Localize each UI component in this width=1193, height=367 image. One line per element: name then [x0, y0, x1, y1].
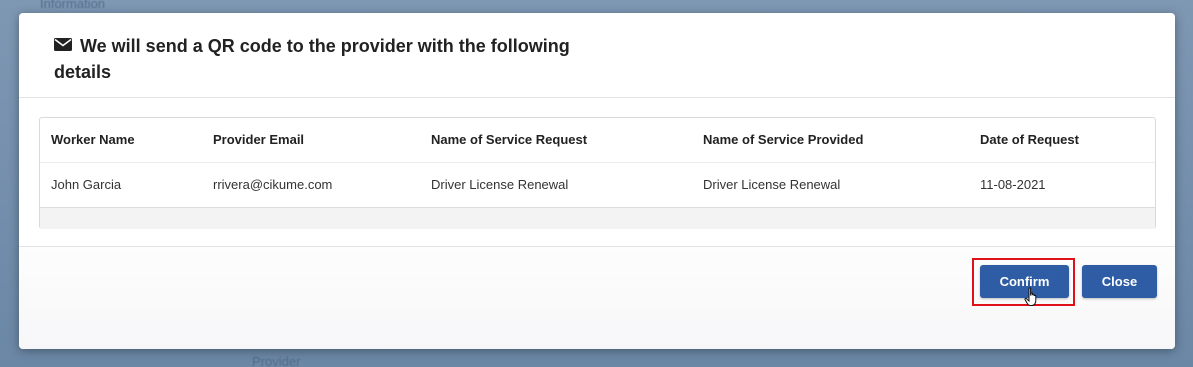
table-header-row: Worker Name Provider Email Name of Servi…: [40, 118, 1155, 162]
cell-worker-name: John Garcia: [51, 177, 122, 192]
table-footer: [40, 207, 1155, 229]
details-table: Worker Name Provider Email Name of Servi…: [39, 117, 1156, 229]
cell-service-provided: Driver License Renewal: [703, 177, 841, 192]
column-header-worker-name: Worker Name: [51, 132, 135, 147]
column-header-date-of-request: Date of Request: [980, 132, 1079, 147]
cell-date-of-request: 11-08-2021: [980, 177, 1046, 192]
background-field-label: Provider: [252, 354, 301, 367]
modal-body: Worker Name Provider Email Name of Servi…: [19, 98, 1175, 246]
cell-service-request: Driver License Renewal: [431, 177, 569, 192]
qr-confirmation-modal: We will send a QR code to the provider w…: [19, 13, 1175, 349]
table-row: John Garcia rrivera@cikume.com Driver Li…: [40, 162, 1155, 207]
modal-footer: Confirm Close: [19, 246, 1175, 349]
envelope-icon: [54, 38, 72, 51]
column-header-provider-email: Provider Email: [213, 132, 305, 147]
modal-header: We will send a QR code to the provider w…: [19, 13, 1175, 98]
column-header-service-provided: Name of Service Provided: [703, 132, 864, 147]
confirm-button[interactable]: Confirm: [980, 265, 1069, 298]
close-button[interactable]: Close: [1082, 265, 1157, 298]
modal-title-container: We will send a QR code to the provider w…: [54, 33, 574, 85]
modal-title: We will send a QR code to the provider w…: [54, 36, 570, 82]
background-section-label: Information: [40, 0, 106, 11]
column-header-service-request: Name of Service Request: [431, 132, 588, 147]
cell-provider-email: rrivera@cikume.com: [213, 177, 333, 192]
